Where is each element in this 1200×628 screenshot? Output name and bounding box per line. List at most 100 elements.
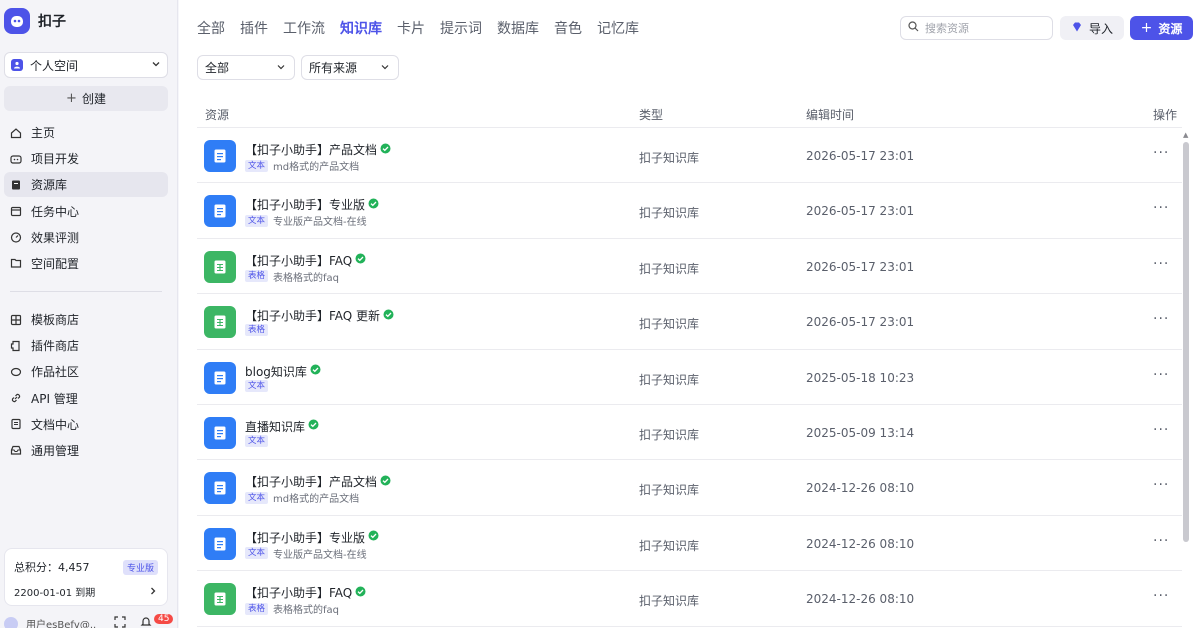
user-row[interactable]: 用户esBefv@... 45	[4, 614, 174, 628]
resource-name[interactable]: 【扣子小助手】FAQ	[245, 584, 352, 601]
table-row[interactable]: 直播知识库 文本 扣子知识库 2025-05-09 13:14 ···	[197, 405, 1182, 461]
sidebar: 扣子 个人空间 + 创建 主页 项目开发 资源库 任务中心 效果评测 空间配置 …	[0, 0, 178, 628]
search-icon	[908, 21, 919, 35]
create-label: 创建	[81, 92, 106, 106]
resource-name[interactable]: 【扣子小助手】产品文档	[245, 141, 377, 158]
more-actions-icon[interactable]: ···	[1153, 477, 1169, 493]
resource-name-line: 【扣子小助手】产品文档	[245, 473, 391, 490]
import-button[interactable]: 导入	[1060, 16, 1124, 40]
nav-item-tasks[interactable]: 任务中心	[4, 199, 168, 224]
table-row[interactable]: 【扣子小助手】FAQ 表格 表格格式的faq 扣子知识库 2026-05-17 23:0…	[197, 239, 1182, 295]
plus-icon: +	[1140, 20, 1153, 36]
resource-meta: 表格 表格格式的faq	[245, 601, 339, 616]
format-tag: 表格	[245, 602, 269, 615]
resource-table: 【扣子小助手】产品文档 文本 md格式的产品文档 扣子知识库 2026-05-17 23…	[197, 128, 1182, 627]
nav-item-community[interactable]: 作品社区	[4, 359, 168, 384]
tab-all[interactable]: 全部	[197, 19, 225, 39]
nav-item-docs[interactable]: 文档中心	[4, 412, 168, 437]
nav-label: 资源库	[31, 178, 68, 193]
nav-item-home[interactable]: 主页	[4, 120, 168, 145]
scan-icon[interactable]	[114, 616, 126, 628]
nav-item-api[interactable]: API 管理	[4, 386, 168, 411]
resource-name[interactable]: 直播知识库	[245, 418, 305, 435]
nav-item-projects[interactable]: 项目开发	[4, 146, 168, 171]
avatar[interactable]	[4, 616, 18, 628]
diamond-icon	[1071, 21, 1083, 36]
more-actions-icon[interactable]: ···	[1153, 200, 1169, 216]
search-input[interactable]	[925, 21, 1045, 35]
verified-check-icon	[355, 253, 366, 267]
resource-name[interactable]: 【扣子小助手】FAQ 更新	[245, 307, 380, 324]
spreadsheet-icon	[204, 583, 236, 616]
main-nav: 主页 项目开发 资源库 任务中心 效果评测 空间配置	[4, 120, 168, 277]
source-filter-value: 所有来源	[309, 61, 358, 75]
text-document-icon	[204, 527, 236, 560]
brand[interactable]: 扣子	[4, 8, 66, 34]
nav-item-space-config[interactable]: 空间配置	[4, 251, 168, 276]
scrollbar[interactable]	[1183, 142, 1189, 542]
grid-icon	[9, 313, 23, 327]
nav-label: 空间配置	[31, 256, 80, 271]
tab-knowledge[interactable]: 知识库	[340, 19, 382, 39]
nav-item-general[interactable]: 通用管理	[4, 438, 168, 463]
link-icon	[9, 391, 23, 405]
resource-type: 扣子知识库	[639, 372, 700, 387]
plan-expire-date: 2200-01-01 到期	[14, 588, 96, 599]
format-tag: 文本	[245, 159, 269, 172]
source-filter[interactable]: 所有来源	[301, 55, 399, 80]
table-row[interactable]: blog知识库 文本 扣子知识库 2025-05-18 10:23 ···	[197, 350, 1182, 405]
add-resource-button[interactable]: + 资源	[1130, 16, 1193, 40]
points-card[interactable]: 总积分：4,457 专业版 2200-01-01 到期	[4, 548, 168, 606]
text-document-icon	[204, 472, 236, 505]
more-actions-icon[interactable]: ···	[1153, 145, 1169, 161]
search-box[interactable]	[900, 16, 1053, 40]
table-row[interactable]: 【扣子小助手】专业版 文本 专业版产品文档-在线 扣子知识库 2026-05-17 23…	[197, 183, 1182, 239]
resource-name[interactable]: 【扣子小助手】专业版	[245, 529, 365, 546]
more-actions-icon[interactable]: ···	[1153, 256, 1169, 272]
tab-databases[interactable]: 数据库	[497, 19, 539, 39]
table-row[interactable]: 【扣子小助手】FAQ 表格 表格格式的faq 扣子知识库 2024-12-26 08:1…	[197, 571, 1182, 627]
nav-item-library[interactable]: 资源库	[4, 172, 168, 198]
format-tag: 文本	[245, 379, 269, 392]
tab-workflows[interactable]: 工作流	[283, 19, 325, 39]
verified-check-icon	[355, 586, 366, 600]
space-selector[interactable]: 个人空间	[4, 52, 168, 78]
more-actions-icon[interactable]: ···	[1153, 588, 1169, 604]
table-row[interactable]: 【扣子小助手】产品文档 文本 md格式的产品文档 扣子知识库 2026-05-17 23…	[197, 128, 1182, 184]
more-actions-icon[interactable]: ···	[1153, 311, 1169, 327]
import-label: 导入	[1088, 21, 1113, 36]
format-tag: 文本	[245, 214, 269, 227]
verified-check-icon	[380, 143, 391, 157]
scroll-up-icon[interactable]: ▲	[1183, 131, 1188, 139]
more-actions-icon[interactable]: ···	[1153, 367, 1169, 383]
resource-description: md格式的产品文档	[273, 494, 360, 506]
nav-item-plugin-store[interactable]: 插件商店	[4, 333, 168, 358]
resource-type: 扣子知识库	[639, 427, 700, 442]
resource-name[interactable]: 【扣子小助手】专业版	[245, 196, 365, 213]
resource-name-line: 【扣子小助手】专业版	[245, 196, 379, 213]
table-row[interactable]: 【扣子小助手】专业版 文本 专业版产品文档-在线 扣子知识库 2024-12-26 08…	[197, 516, 1182, 572]
tab-prompts[interactable]: 提示词	[440, 19, 482, 39]
table-row[interactable]: 【扣子小助手】FAQ 更新 表格 扣子知识库 2026-05-17 23:01 ···	[197, 294, 1182, 350]
tab-cards[interactable]: 卡片	[397, 19, 425, 39]
resource-meta: 表格 表格格式的faq	[245, 269, 339, 284]
resource-type: 扣子知识库	[639, 594, 700, 609]
table-row[interactable]: 【扣子小助手】产品文档 文本 md格式的产品文档 扣子知识库 2024-12-26 08…	[197, 460, 1182, 516]
tab-memory[interactable]: 记忆库	[597, 19, 639, 39]
bell-icon[interactable]	[140, 616, 152, 628]
text-document-icon	[204, 361, 236, 394]
resource-description: 表格格式的faq	[273, 605, 340, 617]
create-button[interactable]: + 创建	[4, 86, 168, 111]
type-filter[interactable]: 全部	[197, 55, 295, 80]
resource-name[interactable]: 【扣子小助手】FAQ	[245, 252, 352, 269]
more-actions-icon[interactable]: ···	[1153, 533, 1169, 549]
nav-item-template-store[interactable]: 模板商店	[4, 307, 168, 332]
nav-item-evaluation[interactable]: 效果评测	[4, 225, 168, 250]
tab-plugins[interactable]: 插件	[240, 19, 268, 39]
column-header-edit-time: 编辑时间	[806, 108, 855, 122]
tab-voices[interactable]: 音色	[554, 19, 582, 39]
more-actions-icon[interactable]: ···	[1153, 422, 1169, 438]
resource-name[interactable]: 【扣子小助手】产品文档	[245, 473, 377, 490]
resource-name[interactable]: blog知识库	[245, 363, 307, 380]
column-header-actions: 操作	[1153, 108, 1178, 122]
